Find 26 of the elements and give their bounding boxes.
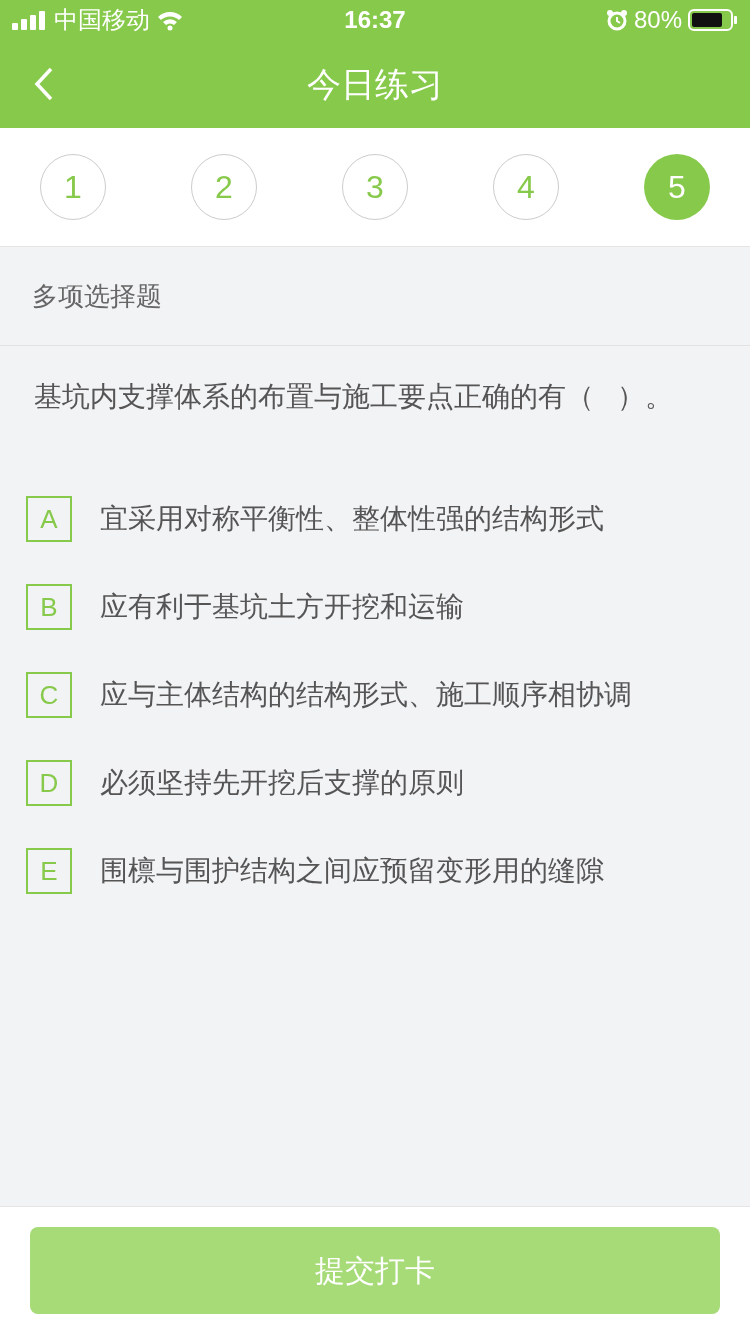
question-number[interactable]: 5 bbox=[644, 154, 710, 220]
question-text: 基坑内支撑体系的布置与施工要点正确的有（ ）。 bbox=[34, 380, 675, 414]
alarm-icon bbox=[605, 9, 628, 31]
back-icon bbox=[34, 67, 54, 101]
page-title: 今日练习 bbox=[307, 63, 443, 105]
option-text[interactable]: 围檩与围护结构之间应预留变形用的缝隙 bbox=[100, 850, 604, 892]
carrier-name: 中国移动 bbox=[54, 5, 150, 35]
option-text[interactable]: 应有利于基坑土方开挖和运输 bbox=[100, 586, 464, 628]
status-time: 16:37 bbox=[344, 5, 406, 35]
battery-percent: 80% bbox=[633, 5, 682, 35]
option-letter[interactable]: B bbox=[26, 584, 72, 630]
signal-icon bbox=[12, 10, 48, 30]
option-text[interactable]: 宜采用对称平衡性、整体性强的结构形式 bbox=[100, 498, 604, 540]
option-letter[interactable]: C bbox=[26, 672, 72, 718]
wifi-icon bbox=[156, 9, 184, 31]
battery-icon bbox=[688, 9, 738, 31]
option-text[interactable]: 必须坚持先开挖后支撑的原则 bbox=[100, 762, 464, 804]
question-type: 多项选择题 bbox=[32, 279, 162, 313]
option-letter[interactable]: D bbox=[26, 760, 72, 806]
option-text[interactable]: 应与主体结构的结构形式、施工顺序相协调 bbox=[100, 674, 632, 716]
option-letter[interactable]: E bbox=[26, 848, 72, 894]
question-number[interactable]: 2 bbox=[191, 154, 257, 220]
question-number[interactable]: 3 bbox=[342, 154, 408, 220]
option-letter[interactable]: A bbox=[26, 496, 72, 542]
question-number[interactable]: 1 bbox=[40, 154, 106, 220]
question-number[interactable]: 4 bbox=[493, 154, 559, 220]
